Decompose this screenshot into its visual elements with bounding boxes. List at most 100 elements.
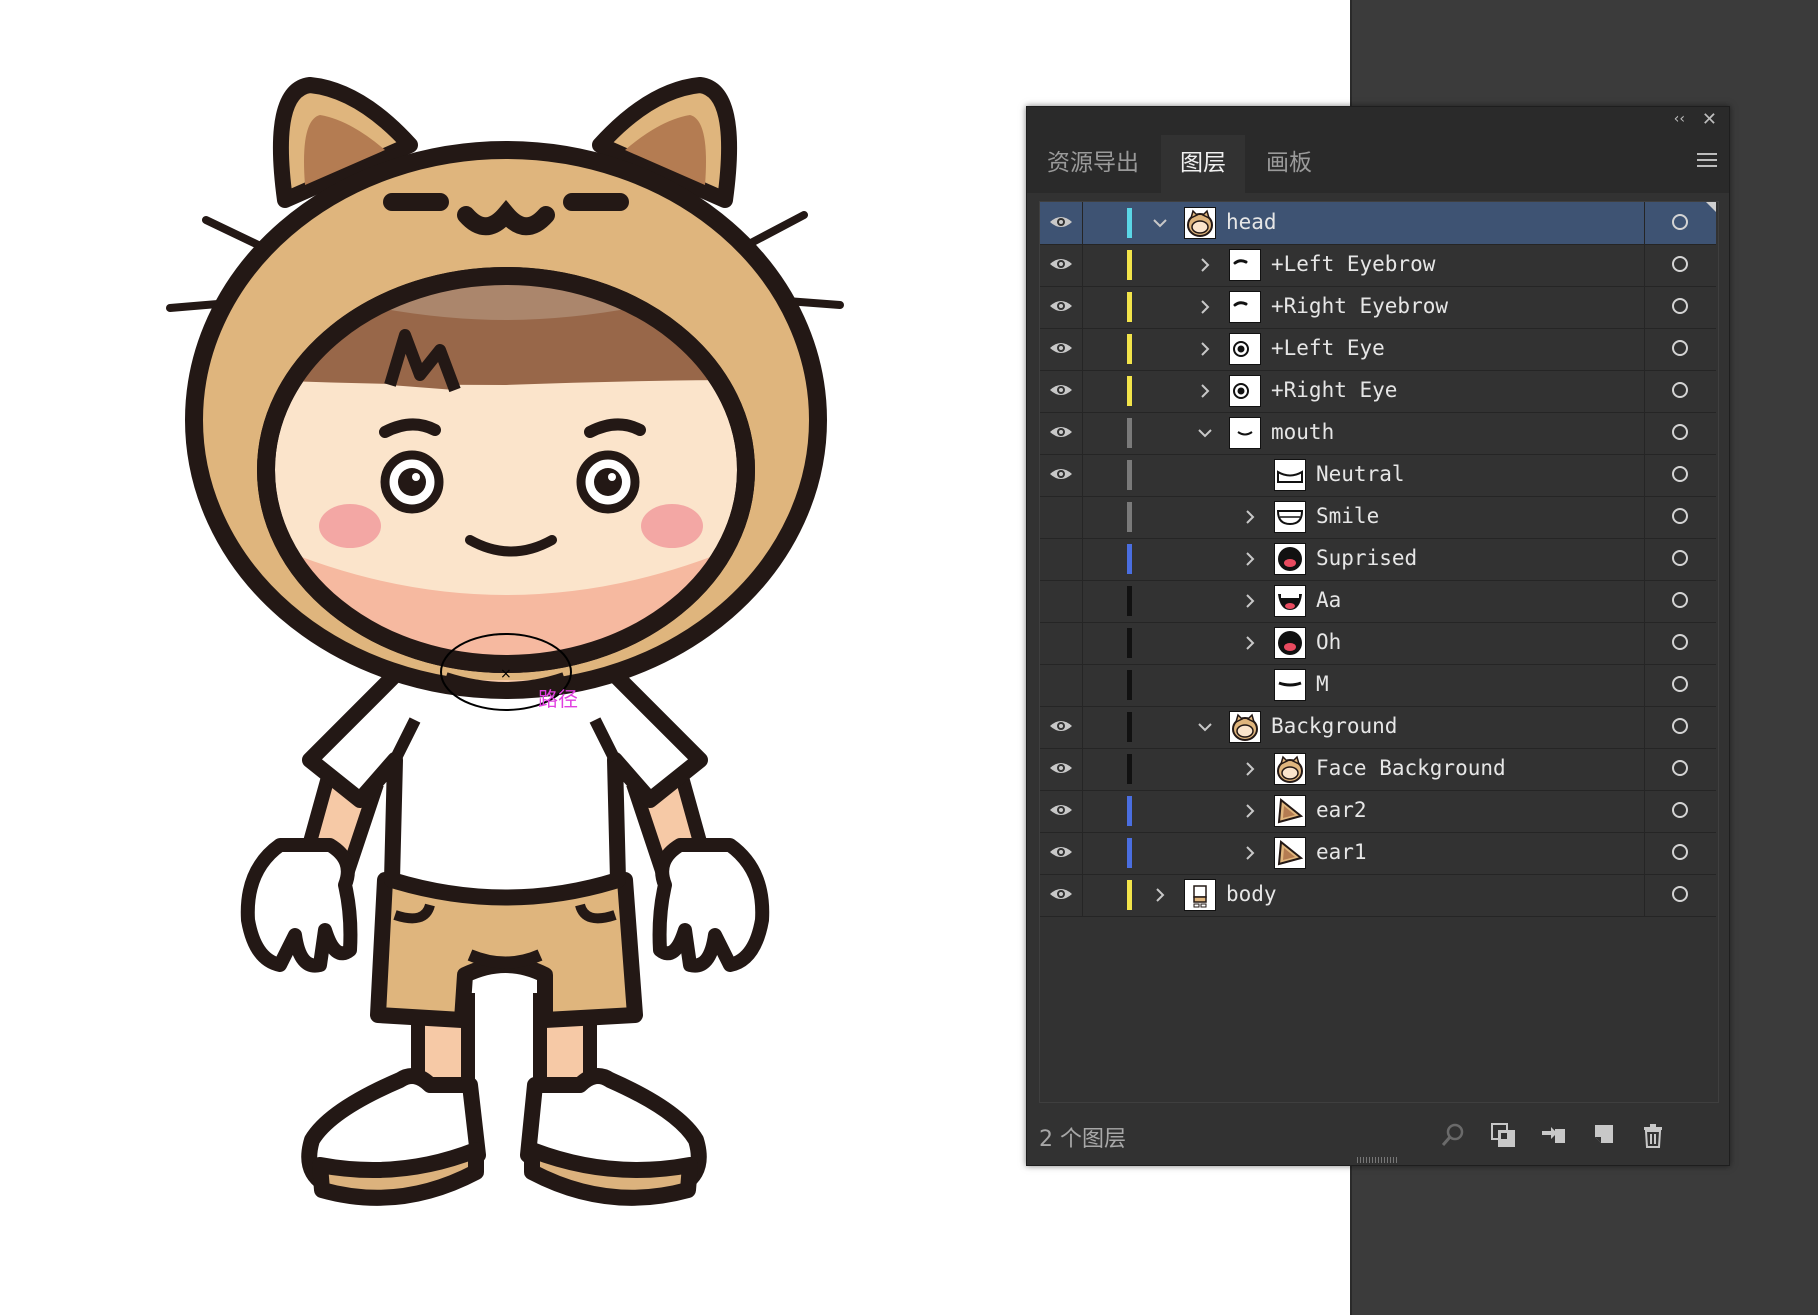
- chevron-right-icon[interactable]: [1240, 633, 1260, 653]
- lock-column[interactable]: [1082, 664, 1083, 706]
- move-to-layer-icon[interactable]: [1539, 1121, 1567, 1149]
- layer-row[interactable]: body: [1040, 874, 1716, 917]
- target-circle-icon[interactable]: [1672, 340, 1688, 356]
- visibility-toggle-empty[interactable]: [1048, 548, 1074, 568]
- visibility-eye-icon[interactable]: [1048, 884, 1074, 904]
- layer-name[interactable]: body: [1226, 882, 1277, 906]
- chevron-right-icon[interactable]: [1195, 381, 1215, 401]
- lock-column[interactable]: [1082, 832, 1083, 874]
- layers-list[interactable]: head +Left Eyebrow +Right Eyebrow +Left Eye…: [1039, 201, 1719, 1103]
- visibility-eye-icon[interactable]: [1048, 296, 1074, 316]
- target-circle-icon[interactable]: [1672, 592, 1688, 608]
- target-circle-icon[interactable]: [1672, 382, 1688, 398]
- target-circle-icon[interactable]: [1672, 634, 1688, 650]
- layer-row[interactable]: +Left Eyebrow: [1040, 244, 1716, 287]
- lock-column[interactable]: [1082, 370, 1083, 412]
- layer-name[interactable]: M: [1316, 672, 1329, 696]
- layer-row[interactable]: ear1: [1040, 832, 1716, 875]
- layer-row[interactable]: +Left Eye: [1040, 328, 1716, 371]
- lock-column[interactable]: [1082, 706, 1083, 748]
- target-circle-icon[interactable]: [1672, 466, 1688, 482]
- lock-column[interactable]: [1082, 202, 1083, 244]
- chevron-right-icon[interactable]: [1240, 549, 1260, 569]
- visibility-eye-icon[interactable]: [1048, 212, 1074, 232]
- lock-column[interactable]: [1082, 622, 1083, 664]
- layer-name[interactable]: +Right Eye: [1271, 378, 1397, 402]
- layer-name[interactable]: +Right Eyebrow: [1271, 294, 1448, 318]
- chevron-right-icon[interactable]: [1195, 339, 1215, 359]
- layer-row[interactable]: Face Background: [1040, 748, 1716, 791]
- layer-name[interactable]: Aa: [1316, 588, 1341, 612]
- target-circle-icon[interactable]: [1672, 844, 1688, 860]
- layer-row[interactable]: Neutral: [1040, 454, 1716, 497]
- visibility-eye-icon[interactable]: [1048, 800, 1074, 820]
- target-circle-icon[interactable]: [1672, 424, 1688, 440]
- layer-row[interactable]: Aa: [1040, 580, 1716, 623]
- layer-row[interactable]: Background: [1040, 706, 1716, 749]
- target-circle-icon[interactable]: [1672, 508, 1688, 524]
- target-circle-icon[interactable]: [1672, 802, 1688, 818]
- target-circle-icon[interactable]: [1672, 886, 1688, 902]
- chevron-down-icon[interactable]: [1150, 213, 1170, 233]
- resize-grip[interactable]: [1357, 1157, 1397, 1163]
- chevron-right-icon[interactable]: [1240, 759, 1260, 779]
- target-circle-icon[interactable]: [1672, 676, 1688, 692]
- layer-name[interactable]: Smile: [1316, 504, 1379, 528]
- lock-column[interactable]: [1082, 580, 1083, 622]
- layer-row[interactable]: +Right Eyebrow: [1040, 286, 1716, 329]
- chevron-right-icon[interactable]: [1150, 885, 1170, 905]
- layer-name[interactable]: ear2: [1316, 798, 1367, 822]
- lock-column[interactable]: [1082, 328, 1083, 370]
- visibility-eye-icon[interactable]: [1048, 842, 1074, 862]
- visibility-toggle-empty[interactable]: [1048, 632, 1074, 652]
- target-circle-icon[interactable]: [1672, 214, 1688, 230]
- visibility-toggle-empty[interactable]: [1048, 506, 1074, 526]
- target-circle-icon[interactable]: [1672, 760, 1688, 776]
- tab-layers[interactable]: 图层: [1161, 135, 1245, 193]
- layer-row[interactable]: head: [1040, 202, 1716, 245]
- lock-column[interactable]: [1082, 874, 1083, 916]
- layer-name[interactable]: +Left Eye: [1271, 336, 1385, 360]
- chevron-right-icon[interactable]: [1195, 255, 1215, 275]
- lock-column[interactable]: [1082, 538, 1083, 580]
- lock-column[interactable]: [1082, 286, 1083, 328]
- layer-name[interactable]: Background: [1271, 714, 1397, 738]
- chevron-down-icon[interactable]: [1195, 423, 1215, 443]
- layer-name[interactable]: head: [1226, 210, 1277, 234]
- search-icon[interactable]: [1439, 1121, 1467, 1149]
- close-panel-button[interactable]: ✕: [1702, 109, 1717, 130]
- layer-row[interactable]: mouth: [1040, 412, 1716, 455]
- layer-name[interactable]: Oh: [1316, 630, 1341, 654]
- chevron-right-icon[interactable]: [1240, 843, 1260, 863]
- visibility-toggle-empty[interactable]: [1048, 674, 1074, 694]
- trash-icon[interactable]: [1639, 1121, 1667, 1149]
- tab-asset-export[interactable]: 资源导出: [1027, 135, 1159, 193]
- target-circle-icon[interactable]: [1672, 256, 1688, 272]
- layer-row[interactable]: ear2: [1040, 790, 1716, 833]
- lock-column[interactable]: [1082, 412, 1083, 454]
- layer-name[interactable]: +Left Eyebrow: [1271, 252, 1435, 276]
- target-circle-icon[interactable]: [1672, 298, 1688, 314]
- layer-row[interactable]: Oh: [1040, 622, 1716, 665]
- new-layer-icon[interactable]: [1589, 1121, 1617, 1149]
- layer-row[interactable]: +Right Eye: [1040, 370, 1716, 413]
- visibility-eye-icon[interactable]: [1048, 254, 1074, 274]
- visibility-eye-icon[interactable]: [1048, 758, 1074, 778]
- layer-name[interactable]: Suprised: [1316, 546, 1417, 570]
- clip-mask-icon[interactable]: [1489, 1121, 1517, 1149]
- chevron-right-icon[interactable]: [1240, 591, 1260, 611]
- visibility-eye-icon[interactable]: [1048, 380, 1074, 400]
- chevron-down-icon[interactable]: [1195, 717, 1215, 737]
- visibility-eye-icon[interactable]: [1048, 422, 1074, 442]
- visibility-toggle-empty[interactable]: [1048, 590, 1074, 610]
- collapse-panel-button[interactable]: ‹‹: [1674, 111, 1685, 127]
- panel-title-bar[interactable]: ‹‹ ✕: [1027, 107, 1729, 135]
- target-circle-icon[interactable]: [1672, 550, 1688, 566]
- chevron-right-icon[interactable]: [1195, 297, 1215, 317]
- panel-menu-icon[interactable]: [1697, 153, 1717, 171]
- layer-row[interactable]: M: [1040, 664, 1716, 707]
- layer-row[interactable]: Suprised: [1040, 538, 1716, 581]
- lock-column[interactable]: [1082, 496, 1083, 538]
- target-circle-icon[interactable]: [1672, 718, 1688, 734]
- chevron-right-icon[interactable]: [1240, 507, 1260, 527]
